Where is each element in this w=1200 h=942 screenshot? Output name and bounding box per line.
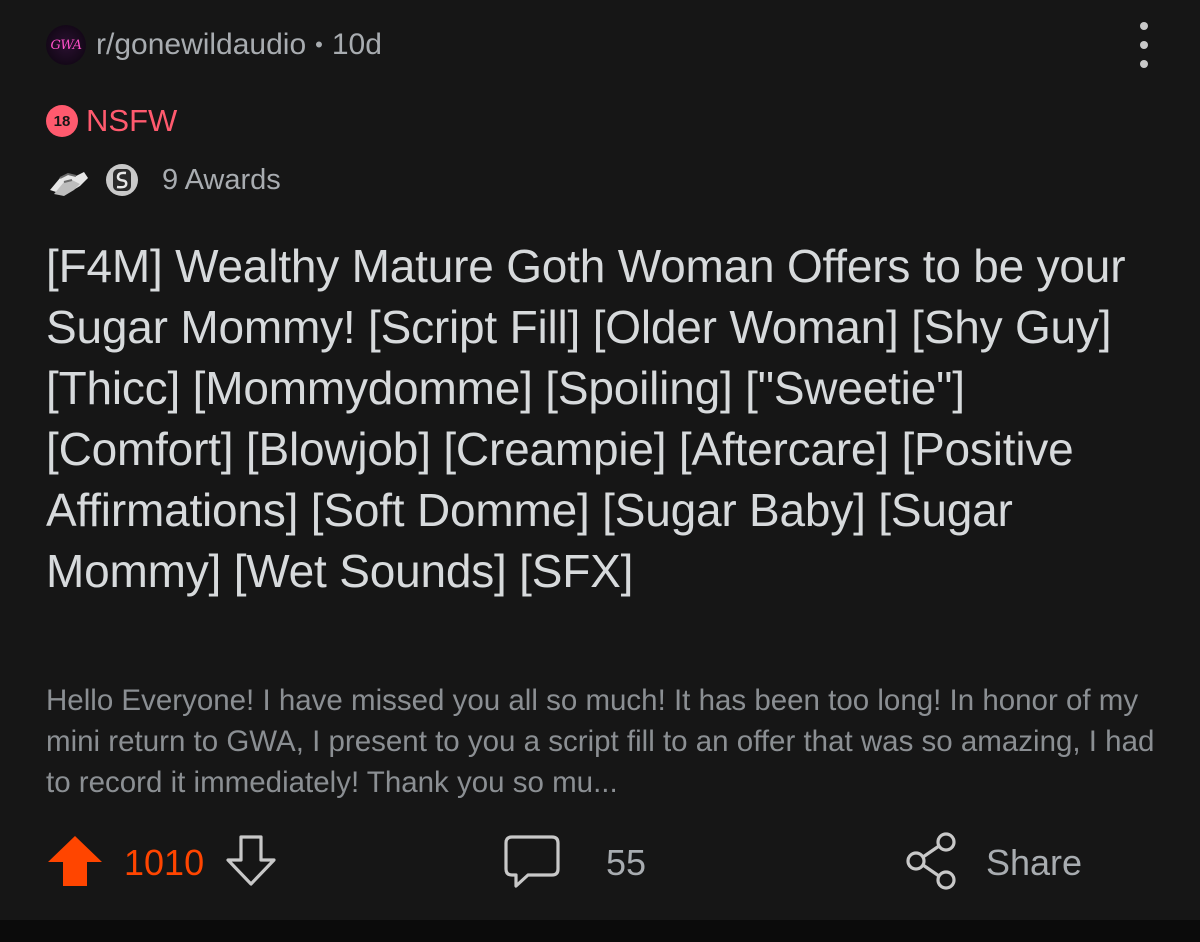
upvote-arrow-icon[interactable]	[46, 834, 104, 893]
nsfw-tag: 18 NSFW	[46, 103, 177, 139]
share-button[interactable]: Share	[904, 830, 1082, 896]
post-actions: 1010 55 Share	[46, 830, 1156, 896]
awards-count: 9 Awards	[162, 163, 281, 196]
share-icon	[904, 831, 960, 895]
comment-bubble-icon	[504, 833, 560, 894]
meta-separator: •	[315, 32, 323, 57]
comment-count: 55	[606, 842, 647, 883]
awards-row[interactable]: 9 Awards	[46, 160, 281, 200]
post-body-preview[interactable]: Hello Everyone! I have missed you all so…	[46, 680, 1156, 803]
subreddit-name[interactable]: r/gonewildaudio	[96, 28, 306, 62]
helping-hand-award-icon	[46, 160, 90, 200]
nsfw-label: NSFW	[86, 103, 178, 138]
post-title[interactable]: [F4M] Wealthy Mature Goth Woman Offers t…	[46, 236, 1156, 602]
more-options-icon[interactable]	[1132, 22, 1156, 68]
bottom-divider	[0, 920, 1200, 942]
post-card[interactable]: GWA r/gonewildaudio • 10d 18 NSFW 9 Awar…	[0, 0, 1200, 920]
comments-button[interactable]: 55	[504, 830, 646, 896]
vote-controls: 1010	[46, 830, 278, 896]
post-header: GWA r/gonewildaudio • 10d	[46, 24, 382, 66]
silver-award-icon	[102, 160, 142, 200]
post-age: 10d	[331, 28, 382, 61]
nsfw-18-icon: 18	[46, 105, 78, 137]
subreddit-avatar[interactable]: GWA	[46, 25, 86, 65]
vote-count: 1010	[124, 842, 205, 883]
downvote-arrow-icon[interactable]	[224, 834, 278, 893]
share-label: Share	[986, 842, 1083, 883]
